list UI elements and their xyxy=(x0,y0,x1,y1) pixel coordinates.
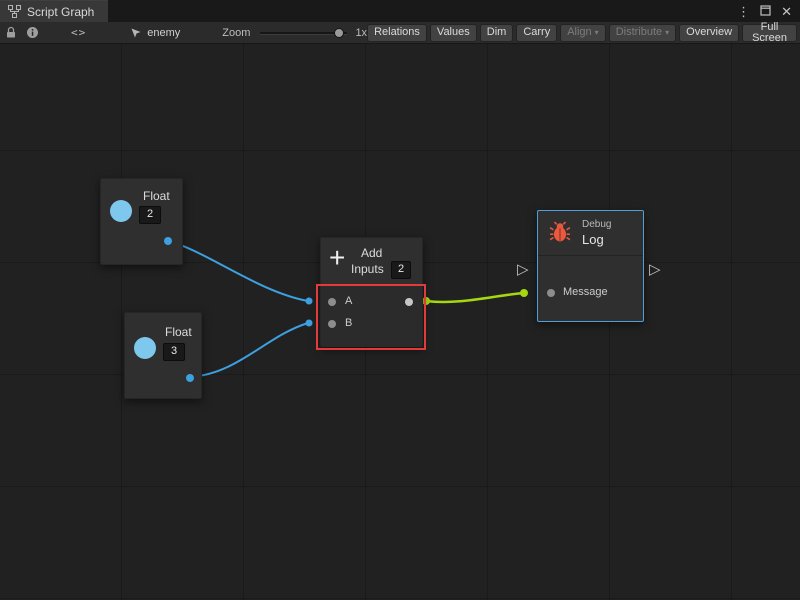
wire-endpoint xyxy=(306,320,313,327)
align-label: Align xyxy=(567,27,591,38)
float-output-port[interactable] xyxy=(164,237,172,245)
float-output-port[interactable] xyxy=(186,374,194,382)
code-icon[interactable]: <> xyxy=(71,27,86,38)
float-value-field[interactable]: 3 xyxy=(163,343,185,361)
flow-output-triangle[interactable]: ▷ xyxy=(649,262,661,277)
port-label-b: B xyxy=(345,318,352,329)
node-category: Debug xyxy=(582,220,611,230)
wire-endpoint xyxy=(422,297,430,305)
wire-endpoint xyxy=(520,289,528,297)
float-type-icon xyxy=(110,200,132,222)
values-button[interactable]: Values xyxy=(430,24,477,42)
zoom-slider[interactable] xyxy=(260,26,347,40)
message-input-port[interactable] xyxy=(547,289,555,297)
flow-input-triangle[interactable]: ▷ xyxy=(517,262,529,277)
script-graph-asset-icon xyxy=(130,27,142,39)
node-title: Float xyxy=(143,190,170,202)
node-debug-log[interactable]: Debug Log Message xyxy=(537,210,644,322)
inputs-count-field[interactable]: 2 xyxy=(391,261,411,279)
fullscreen-button[interactable]: Full Screen xyxy=(742,24,797,42)
node-title: Log xyxy=(582,233,604,246)
caret-down-icon: ▾ xyxy=(665,29,669,37)
wire-float-b-to-add[interactable] xyxy=(190,323,308,377)
lock-icon[interactable] xyxy=(5,26,17,39)
script-graph-icon xyxy=(8,5,21,18)
unity-graph-window: Script Graph ⋮ ✕ xyxy=(0,0,800,600)
carry-button[interactable]: Carry xyxy=(516,24,557,42)
wire-endpoint xyxy=(306,298,313,305)
distribute-label: Distribute xyxy=(616,27,662,38)
node-subtitle: Inputs xyxy=(351,263,384,275)
wire-float-a-to-add[interactable] xyxy=(168,241,308,301)
dim-button[interactable]: Dim xyxy=(480,24,514,42)
maximize-icon[interactable] xyxy=(760,5,771,18)
node-title: Float xyxy=(165,326,192,338)
close-icon[interactable]: ✕ xyxy=(781,5,792,18)
message-port-label: Message xyxy=(563,287,608,298)
float-type-icon xyxy=(134,337,156,359)
node-title: Add xyxy=(361,247,382,259)
align-button: Align ▾ xyxy=(560,24,605,42)
relations-button[interactable]: Relations xyxy=(367,24,427,42)
zoom-value: 1x xyxy=(355,27,367,39)
zoom-label: Zoom xyxy=(222,27,250,39)
graph-asset-ref[interactable]: enemy xyxy=(130,27,180,39)
node-divider xyxy=(538,255,643,256)
add-output-port[interactable] xyxy=(405,298,413,306)
info-icon[interactable] xyxy=(26,26,39,39)
distribute-button: Distribute ▾ xyxy=(609,24,676,42)
node-float-b[interactable]: Float 3 xyxy=(124,312,202,399)
tab-title: Script Graph xyxy=(27,5,94,19)
add-node-header: + Add Inputs 2 xyxy=(321,238,422,285)
bug-icon xyxy=(549,221,571,245)
port-label-a: A xyxy=(345,296,352,307)
kebab-menu-icon[interactable]: ⋮ xyxy=(737,5,750,18)
overview-button[interactable]: Overview xyxy=(679,24,739,42)
add-ports-section: A B xyxy=(321,285,422,347)
node-add[interactable]: + Add Inputs 2 A B xyxy=(320,237,423,347)
wire-add-to-debug[interactable] xyxy=(426,293,523,302)
graph-canvas[interactable]: Float 2 Float 3 + Add Inputs 2 A B xyxy=(0,44,800,600)
input-port-b[interactable] xyxy=(328,320,336,328)
tab-script-graph[interactable]: Script Graph xyxy=(0,0,108,22)
toolbar-button-group: Relations Values Dim Carry Align ▾ Distr… xyxy=(367,24,797,42)
titlebar-controls: ⋮ ✕ xyxy=(737,0,800,22)
plus-icon: + xyxy=(329,244,345,272)
caret-down-icon: ▾ xyxy=(595,29,599,37)
node-float-a[interactable]: Float 2 xyxy=(100,178,183,265)
input-port-a[interactable] xyxy=(328,298,336,306)
window-titlebar: Script Graph ⋮ ✕ xyxy=(0,0,800,22)
graph-name-label: enemy xyxy=(147,27,180,39)
float-value-field[interactable]: 2 xyxy=(139,206,161,224)
zoom-slider-knob[interactable] xyxy=(334,28,344,38)
graph-toolbar: <> enemy Zoom 1x Relations Values Dim Ca… xyxy=(0,22,800,44)
